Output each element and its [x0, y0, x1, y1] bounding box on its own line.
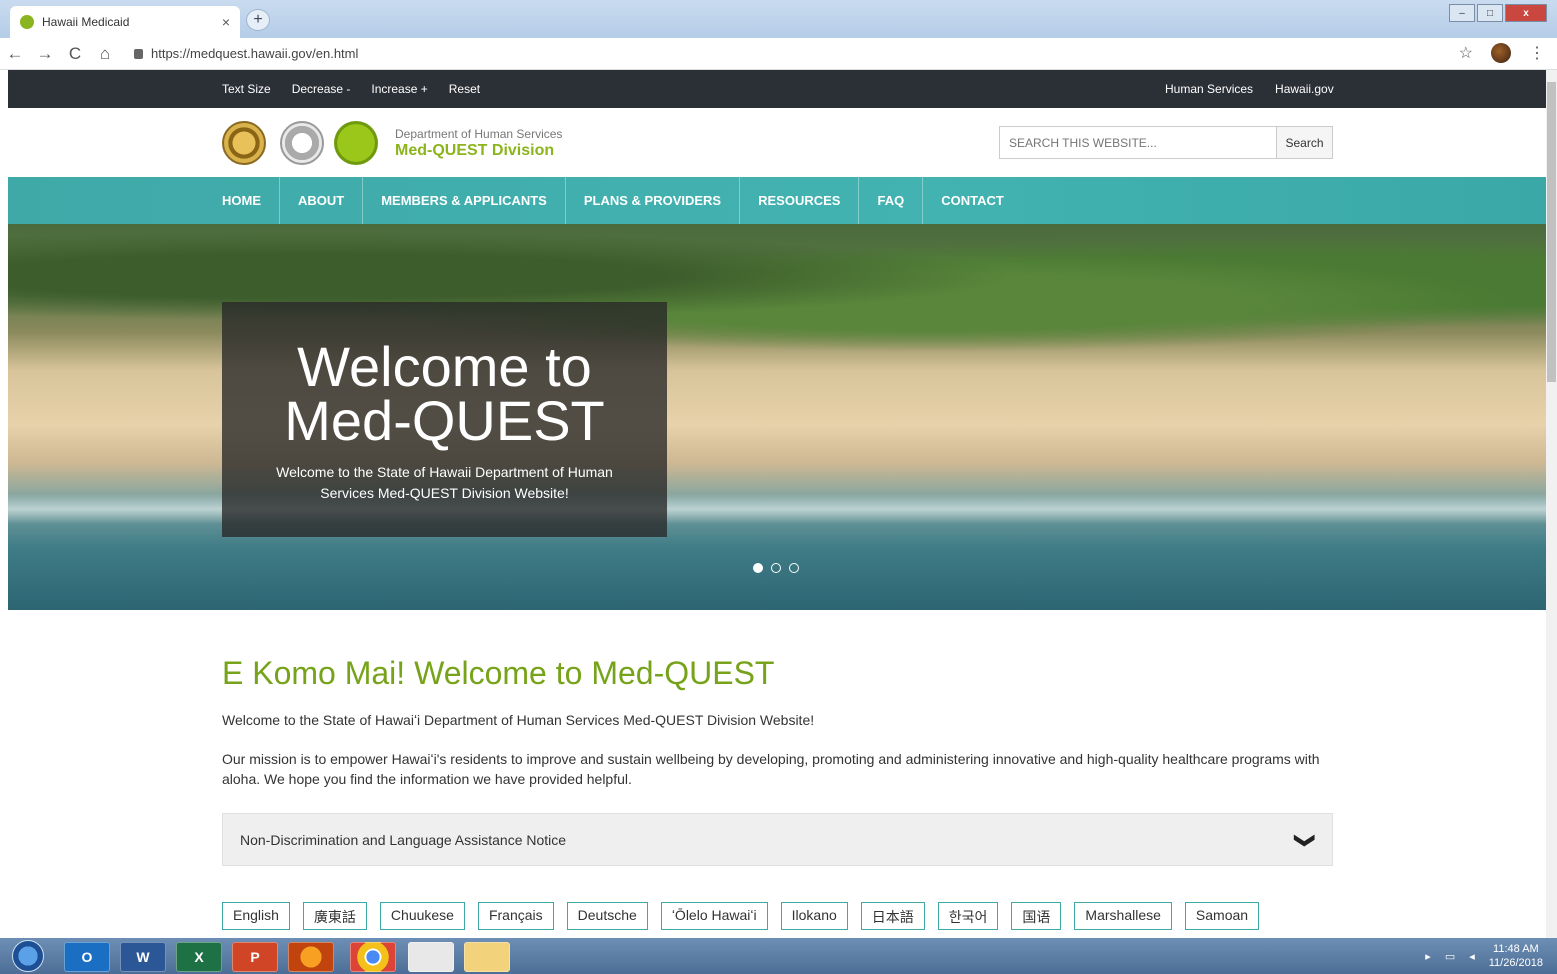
dhs-seal-logo[interactable] — [280, 121, 324, 165]
lang-button-samoan[interactable]: Samoan — [1184, 902, 1260, 930]
division-name[interactable]: Med-QUEST Division — [395, 142, 554, 160]
lang-button-ilokano[interactable]: Ilokano — [780, 902, 848, 930]
hawaii-gov-link[interactable]: Hawaii.gov — [1275, 82, 1334, 96]
search-input[interactable] — [999, 126, 1277, 159]
state-seal-logo[interactable] — [222, 121, 266, 165]
text-size-label: Text Size — [222, 82, 271, 96]
hero-title-line-2: Med-QUEST — [284, 389, 605, 452]
profile-avatar[interactable] — [1491, 43, 1511, 63]
site-header: Department of Human Services Med-QUEST D… — [8, 108, 1546, 177]
nav-resources[interactable]: RESOURCES — [740, 177, 860, 224]
intro-text: Welcome to the State of Hawaiʻi Departme… — [222, 712, 815, 728]
hero-subtitle: Welcome to the State of Hawaii Departmen… — [276, 464, 613, 501]
mission-text: Our mission is to empower Hawaiʻi's resi… — [222, 751, 1320, 787]
main-navigation: HOME ABOUT MEMBERS & APPLICANTS PLANS & … — [8, 177, 1546, 224]
scrollbar-thumb[interactable] — [1547, 82, 1556, 382]
powerpoint-taskbar-icon[interactable]: P — [232, 942, 278, 972]
carousel-dot-2[interactable] — [771, 563, 781, 573]
carousel-indicators — [753, 563, 799, 573]
system-tray: ▸ ▭ ◂ 11:48 AM 11/26/2018 — [1425, 942, 1543, 970]
lang-button-german[interactable]: Deutsche — [566, 902, 648, 930]
med-quest-logo[interactable] — [334, 121, 378, 165]
lang-button-cantonese[interactable]: 廣東話 — [302, 902, 367, 930]
site-favicon-icon — [20, 15, 34, 29]
forward-button[interactable]: → — [30, 44, 60, 64]
firefox-taskbar-icon[interactable] — [288, 942, 334, 972]
carousel-dot-1[interactable] — [753, 563, 763, 573]
address-bar: ← → C ⌂ https://medquest.hawaii.gov/en.h… — [0, 38, 1557, 70]
page-scrollbar[interactable] — [1546, 70, 1557, 938]
decrease-text-link[interactable]: Decrease - — [292, 82, 351, 96]
start-button[interactable] — [12, 940, 44, 972]
hero-title: Welcome to Med-QUEST — [222, 339, 667, 449]
lang-button-hawaiian[interactable]: ʻŌlelo Hawaiʻi — [660, 902, 768, 930]
browser-menu-icon[interactable]: ⋮ — [1529, 43, 1545, 63]
hero-banner: Welcome to Med-QUEST Welcome to the Stat… — [8, 224, 1546, 610]
bookmark-star-icon[interactable]: ☆ — [1459, 43, 1473, 63]
nav-members-applicants[interactable]: MEMBERS & APPLICANTS — [363, 177, 566, 224]
nav-contact[interactable]: CONTACT — [923, 177, 1022, 224]
file-explorer-taskbar-icon[interactable] — [464, 942, 510, 972]
main-content: E Komo Mai! Welcome to Med-QUEST Welcome… — [222, 655, 1333, 808]
tray-volume-icon[interactable]: ◂ — [1469, 950, 1475, 963]
accordion-label: Non-Discrimination and Language Assistan… — [240, 831, 567, 848]
maximize-button[interactable]: □ — [1477, 4, 1503, 22]
non-discrimination-accordion[interactable]: Non-Discrimination and Language Assistan… — [222, 813, 1333, 866]
lang-button-korean[interactable]: 한국어 — [937, 902, 999, 930]
carousel-dot-3[interactable] — [789, 563, 799, 573]
tab-close-icon[interactable]: × — [222, 14, 230, 30]
word-taskbar-icon[interactable]: W — [120, 942, 166, 972]
reload-button[interactable]: C — [60, 44, 90, 64]
home-button[interactable]: ⌂ — [90, 44, 120, 64]
acrobat-taskbar-icon[interactable] — [408, 942, 454, 972]
minimize-button[interactable]: – — [1449, 4, 1475, 22]
search-button[interactable]: Search — [1276, 126, 1333, 159]
hero-caption: Welcome to Med-QUEST Welcome to the Stat… — [222, 302, 667, 537]
page-heading: E Komo Mai! Welcome to Med-QUEST — [222, 655, 775, 691]
tray-network-icon[interactable]: ▭ — [1445, 950, 1455, 963]
url-field[interactable]: https://medquest.hawaii.gov/en.html — [134, 46, 358, 61]
human-services-link[interactable]: Human Services — [1165, 82, 1253, 96]
nav-about[interactable]: ABOUT — [280, 177, 364, 224]
chrome-taskbar-icon[interactable] — [350, 942, 396, 972]
lang-button-chuukese[interactable]: Chuukese — [379, 902, 465, 930]
lock-icon — [134, 48, 143, 59]
increase-text-link[interactable]: Increase + — [371, 82, 427, 96]
lang-button-marshallese[interactable]: Marshallese — [1074, 902, 1172, 930]
windows-taskbar: O W X P ▸ ▭ ◂ 11:48 AM 11/26/2018 — [0, 938, 1557, 974]
browser-tab-strip: Hawaii Medicaid × + – □ x — [0, 0, 1557, 38]
nav-faq[interactable]: FAQ — [859, 177, 924, 224]
close-window-button[interactable]: x — [1505, 4, 1547, 22]
nav-plans-providers[interactable]: PLANS & PROVIDERS — [566, 177, 741, 224]
url-text: https://medquest.hawaii.gov/en.html — [151, 46, 359, 61]
outlook-taskbar-icon[interactable]: O — [64, 942, 110, 972]
chevron-down-icon[interactable]: ❯ — [1293, 832, 1318, 849]
tray-flag-icon[interactable]: ▸ — [1425, 950, 1431, 963]
new-tab-button[interactable]: + — [246, 9, 270, 31]
window-controls: – □ x — [1449, 4, 1547, 22]
utility-bar: Text Size Decrease - Increase + Reset Hu… — [8, 70, 1546, 108]
browser-tab[interactable]: Hawaii Medicaid × — [10, 6, 240, 38]
reset-text-link[interactable]: Reset — [449, 82, 480, 96]
lang-button-english[interactable]: English — [222, 902, 290, 930]
lang-button-french[interactable]: Français — [477, 902, 554, 930]
language-buttons: English 廣東話 Chuukese Français Deutsche ʻ… — [222, 902, 1260, 930]
lang-button-mandarin[interactable]: 国语 — [1011, 902, 1062, 930]
tab-title: Hawaii Medicaid — [42, 15, 130, 29]
system-clock[interactable]: 11:48 AM 11/26/2018 — [1489, 942, 1543, 970]
lang-button-japanese[interactable]: 日本語 — [860, 902, 925, 930]
clock-time: 11:48 AM — [1493, 943, 1539, 955]
excel-taskbar-icon[interactable]: X — [176, 942, 222, 972]
clock-date: 11/26/2018 — [1488, 957, 1543, 969]
department-name: Department of Human Services — [395, 127, 563, 141]
back-button[interactable]: ← — [0, 44, 30, 64]
nav-home[interactable]: HOME — [222, 177, 280, 224]
